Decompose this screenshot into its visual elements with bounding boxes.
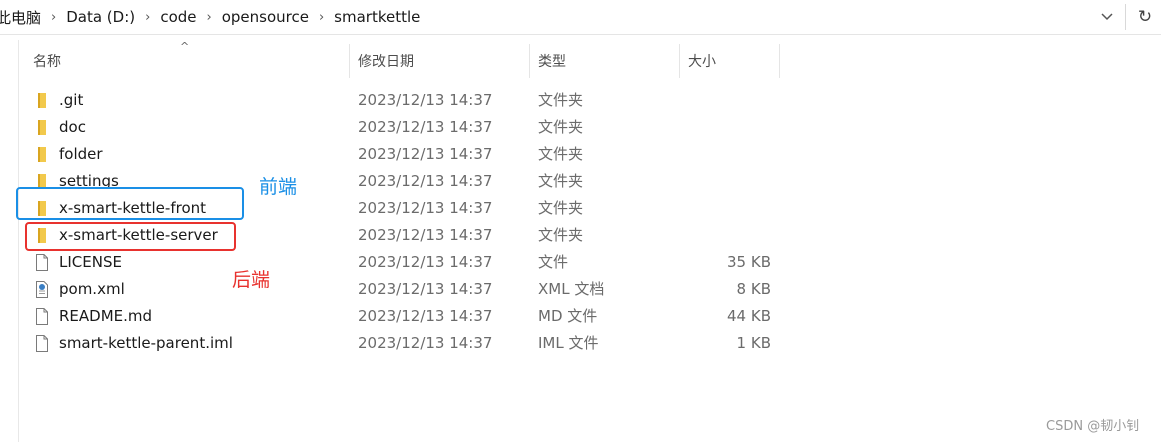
file-row[interactable]: doc 2023/12/13 14:37 文件夹 [24, 114, 784, 141]
file-type: 文件夹 [538, 226, 584, 244]
file-name: smart-kettle-parent.iml [59, 334, 233, 352]
file-date: 2023/12/13 14:37 [358, 253, 493, 271]
xml-file-icon [34, 281, 50, 298]
column-header-size-label: 大小 [688, 54, 716, 70]
server-annotation: 后端 [232, 269, 271, 291]
file-date: 2023/12/13 14:37 [358, 307, 493, 325]
column-header-type[interactable]: 类型 [538, 44, 678, 78]
breadcrumb-item[interactable]: opensource [214, 8, 317, 26]
file-size: 1 KB [736, 334, 771, 352]
breadcrumb-item[interactable]: Data (D:) [58, 8, 143, 26]
column-header-size[interactable]: 大小 [688, 44, 778, 78]
address-dropdown-button[interactable] [1093, 2, 1121, 32]
column-header-date[interactable]: 修改日期 [358, 44, 528, 78]
file-type: 文件 [538, 253, 569, 271]
folder-icon [34, 146, 50, 163]
server-highlight-box [25, 222, 236, 251]
file-date: 2023/12/13 14:37 [358, 199, 493, 217]
breadcrumb: 此电脑 › Data (D:) › code › opensource › smartkettl… [0, 0, 428, 34]
refresh-icon: ↻ [1137, 7, 1153, 27]
column-divider[interactable] [529, 44, 530, 78]
file-icon [34, 308, 50, 325]
file-type: 文件夹 [538, 172, 584, 190]
file-date: 2023/12/13 14:37 [358, 226, 493, 244]
file-row[interactable]: folder 2023/12/13 14:37 文件夹 [24, 141, 784, 168]
file-size: 35 KB [727, 253, 771, 271]
refresh-button[interactable]: ↻ [1132, 3, 1158, 31]
file-name: folder [59, 145, 103, 163]
file-row[interactable]: pom.xml 2023/12/13 14:37 XML 文档 8 KB [24, 276, 784, 303]
file-type: 文件夹 [538, 91, 584, 109]
file-date: 2023/12/13 14:37 [358, 280, 493, 298]
column-divider[interactable] [679, 44, 680, 78]
front-annotation: 前端 [259, 176, 298, 198]
file-name: pom.xml [59, 280, 125, 298]
breadcrumb-item[interactable]: 此电脑 [0, 7, 49, 28]
file-date: 2023/12/13 14:37 [358, 334, 493, 352]
file-size: 8 KB [736, 280, 771, 298]
folder-icon [34, 119, 50, 136]
column-divider[interactable] [779, 44, 780, 78]
breadcrumb-item[interactable]: code [152, 8, 204, 26]
file-name: LICENSE [59, 253, 122, 271]
breadcrumb-separator-icon[interactable]: › [317, 10, 326, 25]
file-row[interactable]: smart-kettle-parent.iml 2023/12/13 14:37 I… [24, 330, 784, 357]
file-type: 文件夹 [538, 118, 584, 136]
breadcrumb-item[interactable]: smartkettle [326, 8, 428, 26]
file-size: 44 KB [727, 307, 771, 325]
column-header-name[interactable]: 名称 [33, 44, 348, 78]
file-type: IML 文件 [538, 334, 599, 352]
file-name: doc [59, 118, 86, 136]
file-date: 2023/12/13 14:37 [358, 172, 493, 190]
breadcrumb-separator-icon[interactable]: › [205, 10, 214, 25]
column-header-type-label: 类型 [538, 54, 566, 70]
front-highlight-box [16, 187, 244, 220]
file-date: 2023/12/13 14:37 [358, 118, 493, 136]
file-icon [34, 254, 50, 271]
file-row[interactable]: LICENSE 2023/12/13 14:37 文件 35 KB [24, 249, 784, 276]
column-header-date-label: 修改日期 [358, 54, 414, 70]
file-date: 2023/12/13 14:37 [358, 145, 493, 163]
file-date: 2023/12/13 14:37 [358, 91, 493, 109]
address-bar[interactable]: 此电脑 › Data (D:) › code › opensource › smartkettl… [0, 0, 1161, 35]
divider [1125, 4, 1126, 30]
watermark: CSDN @韧小钊 [1046, 419, 1140, 434]
file-name: .git [59, 91, 84, 109]
breadcrumb-separator-icon[interactable]: › [143, 10, 152, 25]
column-divider[interactable] [349, 44, 350, 78]
file-type: XML 文档 [538, 280, 605, 298]
folder-icon [34, 92, 50, 109]
file-row[interactable]: .git 2023/12/13 14:37 文件夹 [24, 87, 784, 114]
file-type: MD 文件 [538, 307, 598, 325]
file-row[interactable]: README.md 2023/12/13 14:37 MD 文件 44 KB [24, 303, 784, 330]
navigation-pane-edge [18, 40, 19, 442]
file-type: 文件夹 [538, 145, 584, 163]
chevron-down-icon [1101, 13, 1113, 21]
file-icon [34, 335, 50, 352]
column-header-name-label: 名称 [33, 54, 61, 70]
breadcrumb-separator-icon[interactable]: › [49, 10, 58, 25]
file-name: README.md [59, 307, 153, 325]
file-type: 文件夹 [538, 199, 584, 217]
